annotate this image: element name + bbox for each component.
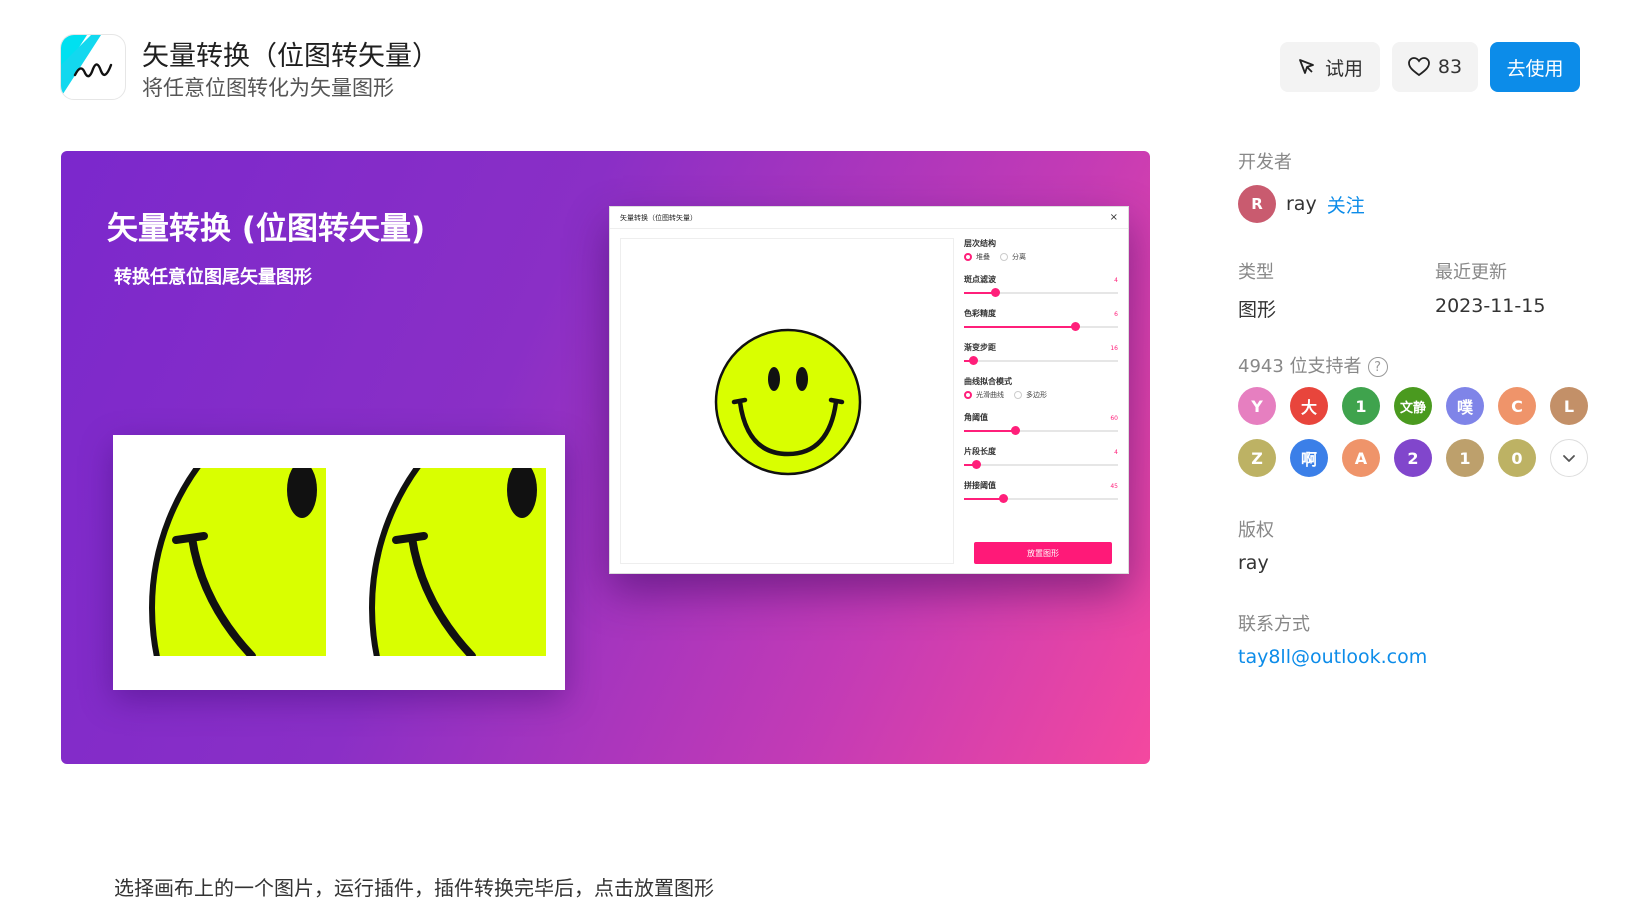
chevron-down-icon: [1563, 455, 1575, 462]
banner-subtitle: 转换任意位图尾矢量图形: [114, 267, 312, 288]
radio-icon: [1014, 391, 1022, 399]
expand-supporters-button[interactable]: [1550, 439, 1588, 477]
cursor-icon: [1297, 57, 1317, 77]
layer-option-split: 分离: [1012, 253, 1026, 261]
supporter-avatar[interactable]: 噗: [1446, 387, 1484, 425]
supporter-avatar[interactable]: A: [1342, 439, 1380, 477]
supporter-avatar[interactable]: 0: [1498, 439, 1536, 477]
use-button[interactable]: 去使用: [1490, 42, 1580, 92]
developer-row: R ray 关注: [1238, 185, 1365, 223]
supporter-avatar[interactable]: L: [1550, 387, 1588, 425]
segment-length-label: 片段长度: [964, 447, 996, 456]
speckle-slider: [964, 286, 1118, 300]
plugin-canvas: [620, 238, 954, 564]
curve-option-polygon: 多边形: [1026, 391, 1047, 399]
supporter-avatar[interactable]: 1: [1342, 387, 1380, 425]
plugin-title: 矢量转换（位图转矢量）: [620, 213, 697, 222]
try-label: 试用: [1324, 57, 1363, 80]
help-icon[interactable]: ?: [1367, 357, 1388, 377]
speckle-label: 斑点滤波: [964, 275, 996, 284]
cover-banner: 矢量转换 (位图转矢量) 转换任意位图尾矢量图形 矢量转换（位图转矢量） × 层…: [61, 151, 1150, 764]
developer-name[interactable]: ray: [1286, 193, 1317, 215]
type-value: 图形: [1238, 299, 1277, 321]
vector-crop-image: [362, 468, 546, 656]
radio-icon: [1000, 253, 1008, 261]
curve-option-smooth: 光滑曲线: [976, 391, 1004, 399]
curve-radio-group: 光滑曲线 多边形: [964, 388, 1118, 402]
layer-option-stack: 堆叠: [976, 253, 990, 261]
speckle-value: 4: [1114, 276, 1118, 284]
contact-email-link[interactable]: tay8ll@outlook.com: [1238, 646, 1427, 668]
color-precision-value: 6: [1114, 310, 1118, 318]
supporter-avatar[interactable]: Z: [1238, 439, 1276, 477]
supporter-avatar[interactable]: Y: [1238, 387, 1276, 425]
contact-label: 联系方式: [1238, 614, 1310, 635]
like-count: 83: [1437, 56, 1463, 78]
curve-mode-label: 曲线拟合模式: [964, 377, 1012, 386]
corner-threshold-label: 角阈值: [964, 413, 988, 422]
bitmap-crop-image: [142, 468, 326, 656]
segment-length-slider: [964, 458, 1118, 472]
smiley-face-image: [714, 328, 862, 476]
updated-label: 最近更新: [1435, 262, 1507, 283]
corner-threshold-slider: [964, 424, 1118, 438]
supporter-avatar[interactable]: 2: [1394, 439, 1432, 477]
developer-avatar[interactable]: R: [1238, 185, 1276, 223]
follow-link[interactable]: 关注: [1327, 191, 1365, 218]
color-precision-label: 色彩精度: [964, 309, 996, 318]
place-graphic-button: 放置图形: [974, 542, 1112, 564]
radio-checked-icon: [964, 391, 972, 399]
copyright-value: ray: [1238, 552, 1269, 574]
splice-threshold-slider: [964, 492, 1118, 506]
supporters-count: 4943 位支持者?: [1238, 352, 1388, 378]
supporter-avatar[interactable]: 1: [1446, 439, 1484, 477]
segment-length-value: 4: [1114, 448, 1118, 456]
description-text: 选择画布上的一个图片，运行插件，插件转换完毕后，点击放置图形: [114, 876, 714, 900]
banner-title: 矢量转换 (位图转矢量): [107, 211, 426, 247]
layer-label: 层次结构: [964, 239, 996, 248]
splice-threshold-label: 拼接阈值: [964, 481, 996, 490]
gradient-step-slider: [964, 354, 1118, 368]
copyright-label: 版权: [1238, 520, 1274, 541]
gradient-step-value: 16: [1110, 344, 1118, 352]
corner-threshold-value: 60: [1110, 414, 1118, 422]
page-subtitle: 将任意位图转化为矢量图形: [142, 76, 394, 100]
radio-checked-icon: [964, 253, 972, 261]
comparison-image: [113, 435, 565, 690]
gradient-step-label: 渐变步距: [964, 343, 996, 352]
app-logo-icon: [60, 34, 126, 100]
supporter-avatar[interactable]: 文静: [1394, 387, 1432, 425]
heart-icon: [1408, 57, 1430, 77]
developer-label: 开发者: [1238, 152, 1292, 173]
supporter-avatar[interactable]: C: [1498, 387, 1536, 425]
like-button[interactable]: 83: [1392, 42, 1478, 92]
supporter-avatars: Y 大 1 文静噗 C L Z 啊 A 2 1 0: [1238, 387, 1592, 477]
page-title: 矢量转换（位图转矢量）: [142, 41, 439, 72]
plugin-window-preview: 矢量转换（位图转矢量） × 层次结构 堆叠 分离 斑点滤波 4 色彩精度 6 渐…: [609, 206, 1129, 574]
splice-threshold-value: 45: [1110, 482, 1118, 490]
close-icon: ×: [1109, 212, 1118, 223]
plugin-titlebar: 矢量转换（位图转矢量） ×: [610, 207, 1128, 229]
layer-radio-group: 堆叠 分离: [964, 250, 1118, 264]
try-button[interactable]: 试用: [1280, 42, 1380, 92]
color-precision-slider: [964, 320, 1118, 334]
plugin-settings-panel: 层次结构 堆叠 分离 斑点滤波 4 色彩精度 6 渐变步距 16 曲线拟合模式 …: [964, 238, 1118, 514]
type-label: 类型: [1238, 262, 1274, 283]
updated-value: 2023-11-15: [1435, 295, 1546, 317]
supporter-avatar[interactable]: 大: [1290, 387, 1328, 425]
supporter-avatar[interactable]: 啊: [1290, 439, 1328, 477]
supporters-label: 4943 位支持者: [1238, 356, 1362, 377]
